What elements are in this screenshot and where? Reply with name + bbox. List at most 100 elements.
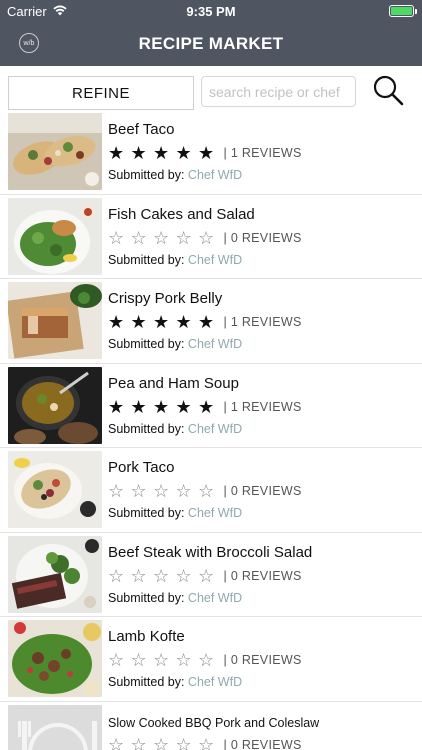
review-count: | 0 REVIEWS [223,484,302,498]
star-filled-icon: ★ [108,396,125,417]
star-empty-icon: ☆ [198,481,215,501]
submitted-by: Submitted by: Chef WfD [108,253,242,267]
star-rating: ☆ ☆ ☆ ☆ ☆ | 0 REVIEWS [108,481,302,501]
star-empty-icon: ☆ [108,227,125,248]
star-empty-icon: ☆ [175,481,192,501]
submitted-label: Submitted by: [108,337,185,351]
recipe-name[interactable]: Pea and Ham Soup [108,375,239,392]
star-empty-icon: ☆ [130,227,147,248]
pork-taco-photo [8,451,102,528]
star-rating: ☆ ☆ ☆ ☆ ☆ | 0 REVIEWS [108,735,302,750]
star-empty-icon: ☆ [130,650,147,670]
star-rating: ★ ★ ★ ★ ★ | 1 REVIEWS [108,397,302,417]
recipe-row[interactable]: Fish Cakes and Salad ☆ ☆ ☆ ☆ ☆ | 0 REVIEWS S… [0,195,422,279]
recipe-row[interactable]: Pea and Ham Soup ★ ★ ★ ★ ★ | 1 REVIEWS Submi… [0,364,422,448]
lamb-kofte-photo [8,620,102,697]
refine-button[interactable]: REFINE [8,76,194,110]
star-empty-icon: ☆ [130,481,147,501]
recipe-name[interactable]: Pork Taco [108,459,174,476]
recipe-name[interactable]: Crispy Pork Belly [108,290,222,307]
star-rating: ★ ★ ★ ★ ★ | 1 REVIEWS [108,312,302,332]
chef-link[interactable]: Chef WfD [188,675,242,689]
star-empty-icon: ☆ [153,734,170,750]
star-empty-icon: ☆ [130,565,147,586]
recipe-name[interactable]: Beef Steak with Broccoli Salad [108,544,312,561]
recipe-name[interactable]: Beef Taco [108,121,174,138]
recipe-name[interactable]: Lamb Kofte [108,628,185,645]
submitted-by: Submitted by: Chef WfD [108,591,242,605]
star-filled-icon: ★ [198,396,215,417]
star-filled-icon: ★ [108,312,125,332]
beef-taco-photo [8,113,102,190]
beef-steak-photo [8,535,102,613]
star-filled-icon: ★ [108,143,125,163]
star-filled-icon: ★ [175,396,192,417]
submitted-by: Submitted by: Chef WfD [108,506,242,520]
recipe-row[interactable]: Lamb Kofte ☆ ☆ ☆ ☆ ☆ | 0 REVIEWS Submitted b… [0,617,422,702]
review-count: | 0 REVIEWS [223,568,302,583]
recipe-name[interactable]: Slow Cooked BBQ Pork and Coleslaw [108,716,319,730]
star-empty-icon: ☆ [153,650,170,670]
submitted-label: Submitted by: [108,506,185,520]
star-filled-icon: ★ [130,312,147,332]
star-empty-icon: ☆ [153,481,170,501]
submitted-label: Submitted by: [108,421,185,436]
star-filled-icon: ★ [153,396,170,417]
fish-cakes-photo [8,197,102,275]
star-filled-icon: ★ [153,312,170,332]
star-empty-icon: ☆ [175,565,192,586]
review-count: | 0 REVIEWS [223,653,302,667]
star-empty-icon: ☆ [198,227,215,248]
status-bar: Carrier 9:35 PM [0,0,422,22]
review-count: | 1 REVIEWS [223,146,302,160]
submitted-by: Submitted by: Chef WfD [108,675,242,689]
star-filled-icon: ★ [153,143,170,163]
star-empty-icon: ☆ [130,734,147,750]
star-empty-icon: ☆ [198,650,215,670]
review-count: | 0 REVIEWS [223,737,302,750]
status-time: 9:35 PM [186,4,236,19]
star-empty-icon: ☆ [153,565,170,586]
chef-link[interactable]: Chef WfD [188,337,242,351]
chef-link[interactable]: Chef WfD [188,591,242,605]
search-icon[interactable] [372,74,404,106]
placeholder-plate-icon [8,704,102,750]
recipe-list: Beef Taco ★ ★ ★ ★ ★ | 1 REVIEWS Submitted by… [0,110,422,750]
review-count: | 0 REVIEWS [223,230,302,245]
chef-link[interactable]: Chef WfD [188,422,242,436]
pork-belly-photo [8,282,102,359]
submitted-label: Submitted by: [108,590,185,605]
star-empty-icon: ☆ [175,227,192,248]
recipe-name[interactable]: Fish Cakes and Salad [108,206,255,223]
star-rating: ★ ★ ★ ★ ★ | 1 REVIEWS [108,143,302,163]
star-filled-icon: ★ [130,143,147,163]
star-filled-icon: ★ [175,312,192,332]
submitted-label: Submitted by: [108,168,185,182]
page-title: RECIPE MARKET [138,34,284,53]
submitted-by: Submitted by: Chef WfD [108,337,242,351]
star-empty-icon: ☆ [175,734,192,750]
submitted-by: Submitted by: Chef WfD [108,422,242,436]
search-input[interactable] [201,76,356,107]
battery-icon [389,5,417,17]
pea-soup-photo [8,366,102,444]
recipe-row[interactable]: Beef Taco ★ ★ ★ ★ ★ | 1 REVIEWS Submitted by… [0,110,422,195]
star-rating: ☆ ☆ ☆ ☆ ☆ | 0 REVIEWS [108,228,302,248]
recipe-row[interactable]: Slow Cooked BBQ Pork and Coleslaw ☆ ☆ ☆ ☆ ☆ … [0,702,422,750]
recipe-row[interactable]: Beef Steak with Broccoli Salad ☆ ☆ ☆ ☆ ☆ | 0… [0,533,422,617]
star-empty-icon: ☆ [153,227,170,248]
submitted-label: Submitted by: [108,252,185,267]
recipe-row[interactable]: Crispy Pork Belly ★ ★ ★ ★ ★ | 1 REVIEWS Subm… [0,279,422,364]
recipe-row[interactable]: Pork Taco ☆ ☆ ☆ ☆ ☆ | 0 REVIEWS Submitted by… [0,448,422,533]
star-empty-icon: ☆ [108,650,125,670]
star-empty-icon: ☆ [108,481,125,501]
submitted-by: Submitted by: Chef WfD [108,168,242,182]
chef-link[interactable]: Chef WfD [188,506,242,520]
star-empty-icon: ☆ [198,565,215,586]
star-rating: ☆ ☆ ☆ ☆ ☆ | 0 REVIEWS [108,650,302,670]
star-filled-icon: ★ [130,396,147,417]
review-count: | 1 REVIEWS [223,399,302,414]
chef-link[interactable]: Chef WfD [188,168,242,182]
star-empty-icon: ☆ [175,650,192,670]
chef-link[interactable]: Chef WfD [188,253,242,267]
